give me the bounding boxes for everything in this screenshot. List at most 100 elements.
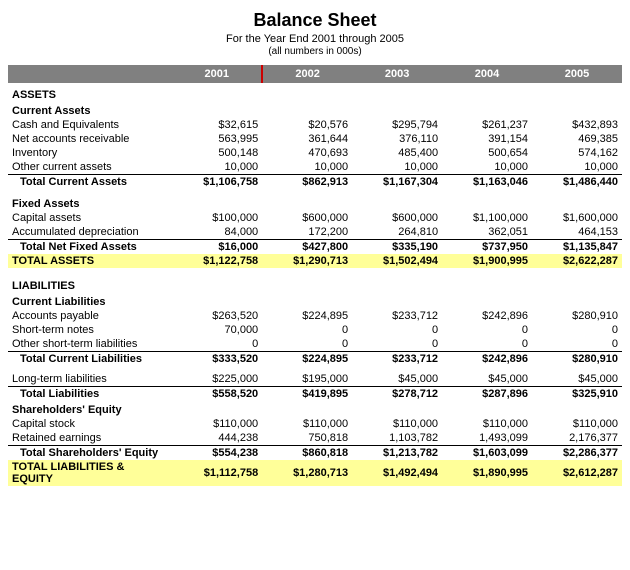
liabilities-header-row: LIABILITIES [8, 274, 622, 293]
total-assets-row: TOTAL ASSETS $1,122,758 $1,290,713 $1,50… [8, 254, 622, 268]
inventory-2001: 500,148 [172, 146, 262, 160]
total-liab-equity-label: TOTAL LIABILITIES & EQUITY [8, 460, 172, 486]
cash-2005: $432,893 [532, 118, 622, 132]
total-assets-label: TOTAL ASSETS [8, 254, 172, 268]
tl-2004: $287,896 [442, 387, 532, 402]
tl-2001: $558,520 [172, 387, 262, 402]
total-net-fixed-2002: $427,800 [262, 240, 352, 255]
total-current-2005: $1,486,440 [532, 175, 622, 190]
tcl-2004: $242,896 [442, 352, 532, 367]
ap-2004: $242,896 [442, 309, 532, 323]
cash-2002: $20,576 [262, 118, 352, 132]
tle-2003: $1,492,494 [352, 460, 442, 486]
current-assets-label: Current Assets [8, 102, 172, 118]
total-net-fixed-row: Total Net Fixed Assets $16,000 $427,800 … [8, 240, 622, 255]
header-row: 2001 2002 2003 2004 2005 [8, 65, 622, 83]
inventory-2002: 470,693 [262, 146, 352, 160]
year-2002-header: 2002 [262, 65, 352, 83]
cs-2005: $110,000 [532, 417, 622, 431]
total-shareholders-label: Total Shareholders' Equity [8, 446, 172, 461]
receivable-label: Net accounts receivable [8, 132, 172, 146]
accounts-payable-row: Accounts payable $263,520 $224,895 $233,… [8, 309, 622, 323]
short-term-notes-label: Short-term notes [8, 323, 172, 337]
total-assets-2003: $1,502,494 [352, 254, 442, 268]
cs-2004: $110,000 [442, 417, 532, 431]
inventory-2005: 574,162 [532, 146, 622, 160]
other-current-2005: 10,000 [532, 160, 622, 175]
cs-2002: $110,000 [262, 417, 352, 431]
ost-2004: 0 [442, 337, 532, 352]
tl-2002: $419,895 [262, 387, 352, 402]
page-note: (all numbers in 000s) [8, 46, 622, 57]
other-current-2001: 10,000 [172, 160, 262, 175]
stn-2002: 0 [262, 323, 352, 337]
capital-row: Capital assets $100,000 $600,000 $600,00… [8, 211, 622, 225]
capital-2002: $600,000 [262, 211, 352, 225]
total-net-fixed-2004: $737,950 [442, 240, 532, 255]
total-net-fixed-2001: $16,000 [172, 240, 262, 255]
ost-2003: 0 [352, 337, 442, 352]
shareholders-equity-label: Shareholders' Equity [8, 401, 172, 417]
tl-2005: $325,910 [532, 387, 622, 402]
tle-2001: $1,112,758 [172, 460, 262, 486]
other-current-row: Other current assets 10,000 10,000 10,00… [8, 160, 622, 175]
other-current-2003: 10,000 [352, 160, 442, 175]
inventory-label: Inventory [8, 146, 172, 160]
ltl-2003: $45,000 [352, 372, 442, 387]
tse-2002: $860,818 [262, 446, 352, 461]
receivable-2001: 563,995 [172, 132, 262, 146]
total-net-fixed-2005: $1,135,847 [532, 240, 622, 255]
re-2004: 1,493,099 [442, 431, 532, 446]
cash-2004: $261,237 [442, 118, 532, 132]
ost-2002: 0 [262, 337, 352, 352]
liabilities-label: LIABILITIES [8, 274, 172, 293]
tse-2004: $1,603,099 [442, 446, 532, 461]
fixed-assets-header-row: Fixed Assets [8, 195, 622, 211]
receivable-row: Net accounts receivable 563,995 361,644 … [8, 132, 622, 146]
total-liabilities-label: Total Liabilities [8, 387, 172, 402]
depreciation-label: Accumulated depreciation [8, 225, 172, 240]
receivable-2002: 361,644 [262, 132, 352, 146]
ltl-2002: $195,000 [262, 372, 352, 387]
tcl-2001: $333,520 [172, 352, 262, 367]
receivable-2004: 391,154 [442, 132, 532, 146]
cs-2003: $110,000 [352, 417, 442, 431]
re-2005: 2,176,377 [532, 431, 622, 446]
tse-2003: $1,213,782 [352, 446, 442, 461]
accounts-payable-label: Accounts payable [8, 309, 172, 323]
depreciation-2001: 84,000 [172, 225, 262, 240]
total-current-2002: $862,913 [262, 175, 352, 190]
total-current-liabilities-label: Total Current Liabilities [8, 352, 172, 367]
ap-2003: $233,712 [352, 309, 442, 323]
total-current-2003: $1,167,304 [352, 175, 442, 190]
total-shareholders-row: Total Shareholders' Equity $554,238 $860… [8, 446, 622, 461]
capital-stock-row: Capital stock $110,000 $110,000 $110,000… [8, 417, 622, 431]
total-net-fixed-label: Total Net Fixed Assets [8, 240, 172, 255]
re-2002: 750,818 [262, 431, 352, 446]
re-2003: 1,103,782 [352, 431, 442, 446]
receivable-2005: 469,385 [532, 132, 622, 146]
retained-earnings-label: Retained earnings [8, 431, 172, 446]
depreciation-2002: 172,200 [262, 225, 352, 240]
total-current-assets-label: Total Current Assets [8, 175, 172, 190]
depreciation-2004: 362,051 [442, 225, 532, 240]
depreciation-row: Accumulated depreciation 84,000 172,200 … [8, 225, 622, 240]
tse-2001: $554,238 [172, 446, 262, 461]
cs-2001: $110,000 [172, 417, 262, 431]
page-subtitle: For the Year End 2001 through 2005 [8, 33, 622, 45]
cash-2003: $295,794 [352, 118, 442, 132]
total-current-2001: $1,106,758 [172, 175, 262, 190]
capital-2004: $1,100,000 [442, 211, 532, 225]
tle-2005: $2,612,287 [532, 460, 622, 486]
current-liabilities-header-row: Current Liabilities [8, 293, 622, 309]
year-2005-header: 2005 [532, 65, 622, 83]
retained-earnings-row: Retained earnings 444,238 750,818 1,103,… [8, 431, 622, 446]
ap-2002: $224,895 [262, 309, 352, 323]
cash-2001: $32,615 [172, 118, 262, 132]
long-term-liab-label: Long-term liabilities [8, 372, 172, 387]
stn-2005: 0 [532, 323, 622, 337]
fixed-assets-label: Fixed Assets [8, 195, 172, 211]
depreciation-2003: 264,810 [352, 225, 442, 240]
total-current-liabilities-row: Total Current Liabilities $333,520 $224,… [8, 352, 622, 367]
inventory-2003: 485,400 [352, 146, 442, 160]
